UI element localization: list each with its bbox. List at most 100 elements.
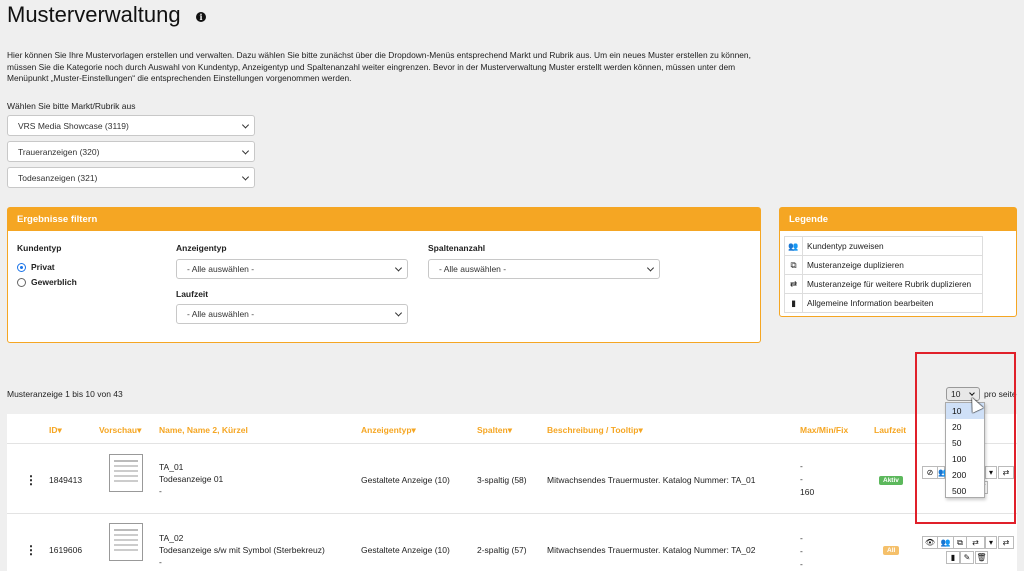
row-fix: 160 (800, 487, 815, 497)
col-header-id-label: ID (49, 425, 58, 435)
laufzeit-select-value: - Alle auswählen - (187, 309, 255, 319)
col-header-beschreibung-label: Beschreibung / Tooltip (547, 425, 639, 435)
row-min: - (800, 474, 803, 484)
col-header-spalten[interactable]: Spalten▾ (477, 425, 512, 436)
info-icon[interactable]: i (196, 12, 206, 22)
row-max: - (800, 461, 803, 471)
legend-row: ⇄ Musteranzeige für weitere Rubrik dupli… (784, 274, 983, 294)
users-icon[interactable]: 👥 (937, 536, 954, 549)
file-icon: ▮ (784, 293, 803, 313)
kundentyp-label: Kundentyp (17, 243, 62, 253)
filter-panel: Ergebnisse filtern Kundentyp Privat Gewe… (7, 207, 761, 343)
page-title: Musterverwaltung (7, 2, 181, 27)
legend-row: 👥 Kundentyp zuweisen (784, 236, 983, 256)
copy-icon[interactable]: ⧉ (953, 536, 967, 549)
legend-row: ⧉ Musteranzeige duplizieren (784, 255, 983, 275)
row-menu-icon[interactable]: ⋮ (25, 473, 37, 487)
col-header-beschreibung[interactable]: Beschreibung / Tooltip▾ (547, 425, 643, 436)
col-header-id[interactable]: ID▾ (49, 425, 62, 436)
row-spalten: 3-spaltig (58) (477, 475, 527, 485)
divider (7, 513, 1017, 514)
legend-panel: Legende 👥 Kundentyp zuweisen ⧉ Musteranz… (779, 207, 1017, 317)
pencil-icon[interactable]: ✎ (960, 551, 974, 564)
market-select-label: Wählen Sie bitte Markt/Rubrik aus (7, 101, 136, 111)
chevron-down-icon (241, 120, 250, 129)
row-spalten: 2-spaltig (57) (477, 545, 527, 555)
legend-panel-title: Legende (780, 208, 1016, 231)
legend-label: Allgemeine Information bearbeiten (802, 293, 983, 313)
rubric-select-value: Traueranzeigen (320) (18, 146, 100, 157)
spalten-select-value: - Alle auswählen - (439, 264, 507, 274)
chevron-down-icon (646, 264, 655, 272)
row-anzeigentyp: Gestaltete Anzeige (10) (361, 545, 450, 555)
col-header-name: Name, Name 2, Kürzel (159, 425, 248, 435)
users-icon: 👥 (784, 236, 803, 256)
file-icon[interactable]: ▮ (946, 551, 960, 564)
chevron-down-icon (241, 172, 250, 181)
col-header-vorschau[interactable]: Vorschau▾ (99, 425, 141, 436)
intro-text: Hier können Sie Ihre Mustervorlagen erst… (7, 50, 751, 83)
legend-label: Musteranzeige für weitere Rubrik duplizi… (802, 274, 983, 294)
preview-thumbnail[interactable] (109, 523, 143, 561)
retweet-icon[interactable]: ⇄ (998, 536, 1014, 549)
col-header-vorschau-label: Vorschau (99, 425, 138, 435)
filter-panel-title: Ergebnisse filtern (8, 208, 760, 231)
col-header-spalten-label: Spalten (477, 425, 508, 435)
status-badge: Aktiv (879, 476, 903, 485)
market-select-value: VRS Media Showcase (3119) (18, 120, 129, 131)
row-beschreibung: Mitwachsendes Trauermuster. Katalog Numm… (547, 545, 756, 555)
radio-unselected-icon (17, 277, 26, 287)
rubric-select[interactable]: Traueranzeigen (320) (7, 141, 255, 162)
col-header-maxminfix: Max/Min/Fix (800, 425, 849, 435)
category-select-value: Todesanzeigen (321) (18, 172, 98, 183)
row-name1: TA_02 (159, 533, 184, 543)
trash-icon[interactable]: 🗑 (975, 551, 988, 564)
legend-label: Kundentyp zuweisen (802, 236, 983, 256)
col-header-anzeigentyp-label: Anzeigentyp (361, 425, 412, 435)
row-kuerzel: - (159, 557, 162, 567)
row-fix: - (800, 559, 803, 569)
legend-row: ▮ Allgemeine Information bearbeiten (784, 293, 983, 313)
spalten-label: Spaltenanzahl (428, 243, 486, 253)
copy-icon: ⧉ (784, 255, 803, 275)
chevron-down-icon (241, 146, 250, 155)
laufzeit-label: Laufzeit (176, 289, 209, 299)
eye-icon[interactable]: 👁 (922, 536, 938, 549)
chevron-down-icon (394, 309, 403, 317)
market-select[interactable]: VRS Media Showcase (3119) (7, 115, 255, 136)
highlight-box (915, 352, 1016, 524)
anzeigentyp-label: Anzeigentyp (176, 243, 227, 253)
chevron-down-icon (394, 264, 403, 272)
row-name2: Todesanzeige s/w mit Symbol (Sterbekreuz… (159, 545, 325, 555)
radio-selected-icon (17, 262, 26, 272)
radio-privat[interactable]: Privat (17, 262, 55, 272)
row-name1: TA_01 (159, 462, 184, 472)
row-min: - (800, 546, 803, 556)
category-select[interactable]: Todesanzeigen (321) (7, 167, 255, 188)
status-badge: All (883, 546, 900, 555)
row-beschreibung: Mitwachsendes Trauermuster. Katalog Numm… (547, 475, 756, 485)
retweet-icon: ⇄ (784, 274, 803, 294)
retweet-icon[interactable]: ⇄ (966, 536, 985, 549)
col-header-laufzeit: Laufzeit (874, 425, 907, 435)
preview-thumbnail[interactable] (109, 454, 143, 492)
legend-label: Musteranzeige duplizieren (802, 255, 983, 275)
row-menu-icon[interactable]: ⋮ (25, 543, 37, 557)
radio-privat-label: Privat (31, 262, 55, 272)
row-anzeigentyp: Gestaltete Anzeige (10) (361, 475, 450, 485)
row-max: - (800, 533, 803, 543)
chevron-down-icon[interactable]: ▾ (985, 536, 997, 549)
row-id: 1619606 (49, 545, 83, 555)
spalten-select[interactable]: - Alle auswählen - (428, 259, 660, 279)
col-header-anzeigentyp[interactable]: Anzeigentyp▾ (361, 425, 416, 436)
divider (7, 443, 1017, 444)
radio-gewerblich[interactable]: Gewerblich (17, 277, 77, 287)
row-name2: Todesanzeige 01 (159, 474, 224, 484)
results-count: Musteranzeige 1 bis 10 von 43 (7, 389, 123, 399)
row-kuerzel: - (159, 486, 162, 496)
row-id: 1849413 (49, 475, 83, 485)
anzeigentyp-select[interactable]: - Alle auswählen - (176, 259, 408, 279)
legend-table: 👥 Kundentyp zuweisen ⧉ Musteranzeige dup… (784, 236, 983, 313)
anzeigentyp-select-value: - Alle auswählen - (187, 264, 255, 274)
laufzeit-select[interactable]: - Alle auswählen - (176, 304, 408, 324)
